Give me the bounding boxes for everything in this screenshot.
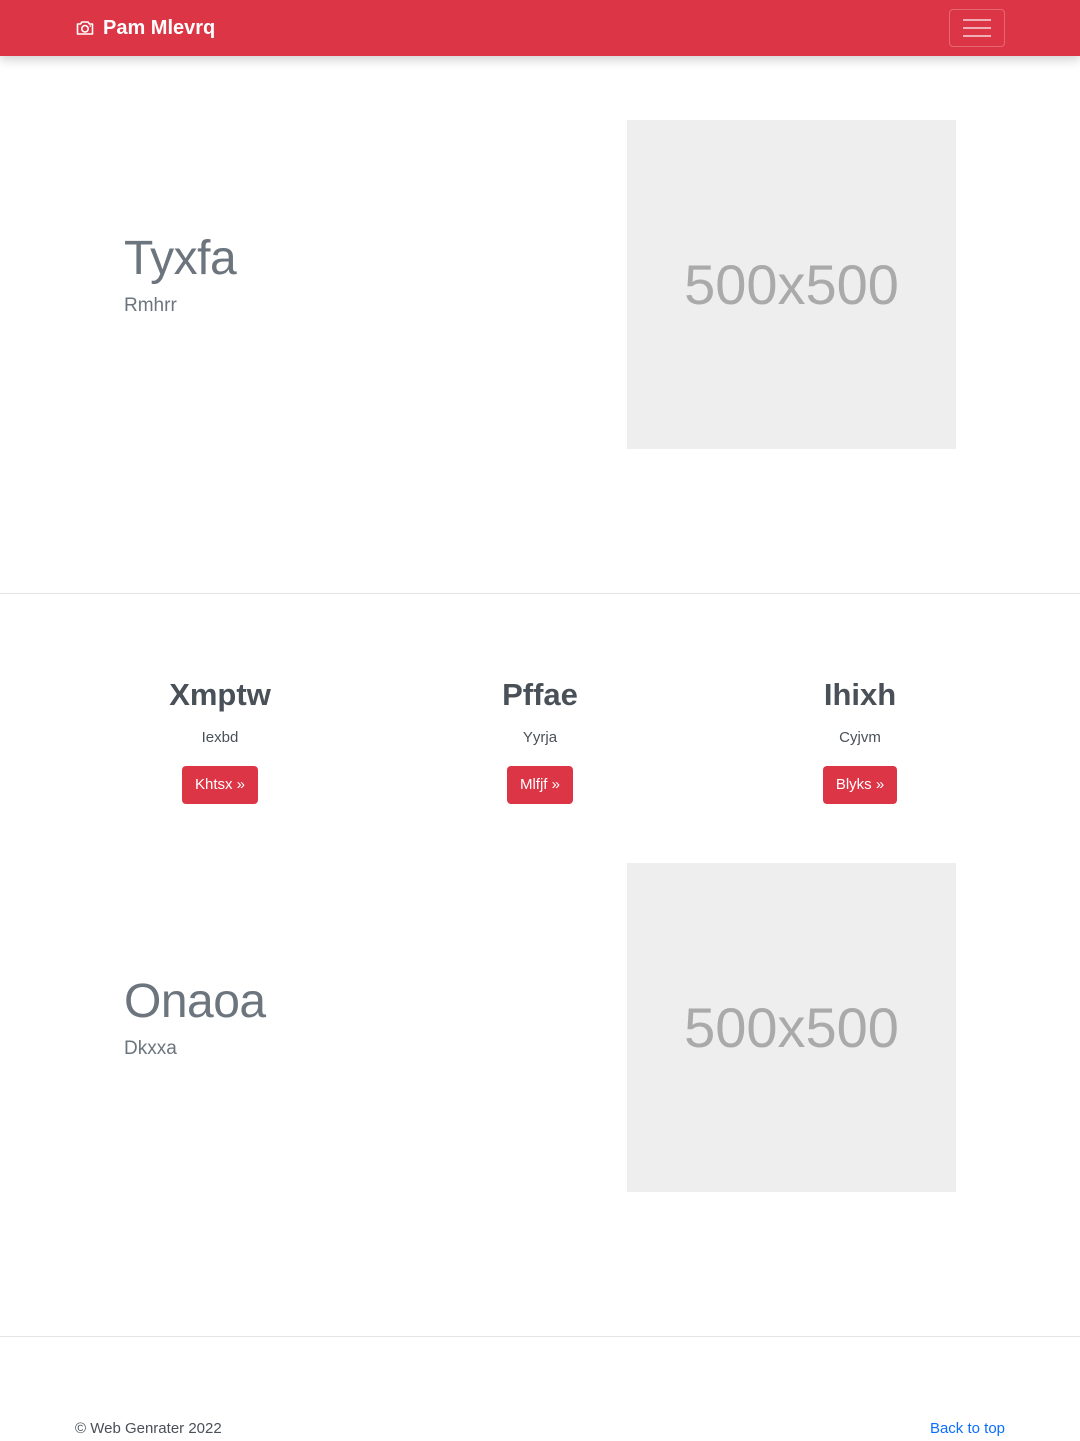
- feature-subtitle: Dkxxa: [124, 1038, 177, 1059]
- feature-title: Onaoa: [124, 975, 266, 1028]
- placeholder-label: 500x500: [684, 996, 899, 1059]
- copyright-text: © Web Genrater 2022: [75, 1420, 222, 1437]
- feature-section-2: Onaoa Dkxxa 500x500: [0, 0, 1080, 1336]
- feature-image-placeholder: 500x500: [627, 863, 956, 1192]
- section-divider: [0, 1336, 1080, 1337]
- back-to-top-link[interactable]: Back to top: [930, 1420, 1005, 1437]
